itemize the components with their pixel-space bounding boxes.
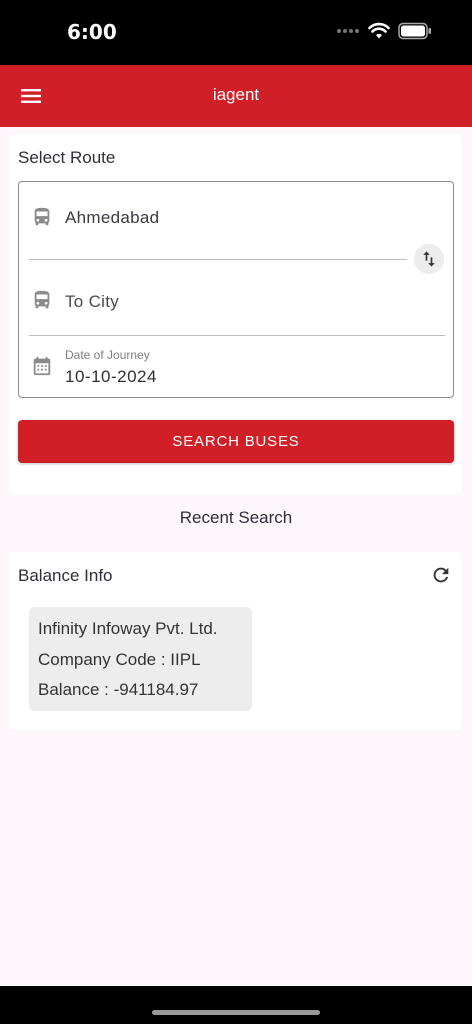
recent-search-link[interactable]: Recent Search [0,508,472,528]
bus-icon [34,290,50,309]
bus-icon [34,207,50,226]
route-card: Select Route Ahmedabad To City Date of J… [9,134,462,494]
select-route-title: Select Route [18,148,116,167]
wifi-icon [368,22,390,39]
company-code: Company Code : IIPL [38,649,201,669]
to-city-field[interactable]: To City [19,262,453,334]
status-icons [336,20,432,42]
signal-dots-icon [337,29,359,33]
balance-card: Balance Info Infinity Infoway Pvt. Ltd. … [9,552,462,730]
status-time: 6:00 [67,20,117,44]
date-value: 10-10-2024 [65,367,157,386]
balance-details: Infinity Infoway Pvt. Ltd. Company Code … [29,607,252,711]
to-divider [29,335,445,336]
refresh-icon[interactable] [430,564,452,586]
app-bar: iagent [0,65,472,127]
route-box: Ahmedabad To City Date of Journey 10-10-… [18,181,454,398]
from-city-field[interactable]: Ahmedabad [19,182,453,258]
to-city-placeholder: To City [65,292,120,311]
app-title: iagent [212,85,260,104]
from-city-value: Ahmedabad [65,208,160,227]
company-name: Infinity Infoway Pvt. Ltd. [38,619,218,638]
calendar-icon [33,356,51,376]
balance-info-title: Balance Info [18,566,113,585]
search-buses-button[interactable]: SEARCH BUSES [18,420,454,463]
battery-icon [398,22,431,40]
home-bar [0,986,472,1024]
date-label: Date of Journey [65,348,150,362]
from-divider [29,259,407,260]
balance-amount: Balance : -941184.97 [38,680,199,699]
status-bar: 6:00 [0,0,472,65]
home-indicator[interactable] [152,1010,320,1015]
